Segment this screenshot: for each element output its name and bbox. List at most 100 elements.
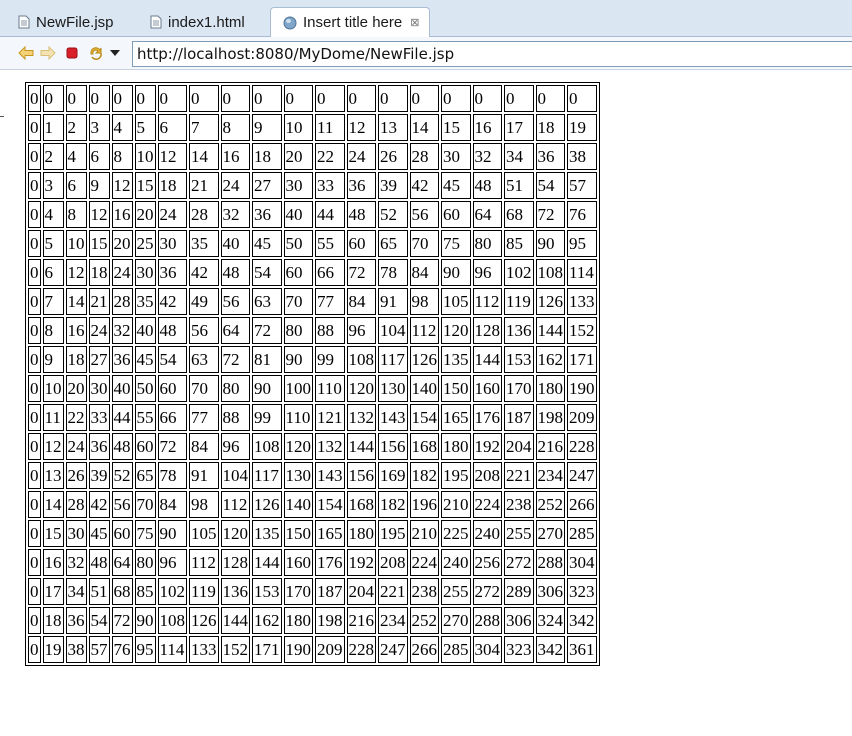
table-cell: 4 bbox=[111, 114, 133, 141]
table-cell: 35 bbox=[189, 230, 219, 257]
table-cell: 7 bbox=[42, 288, 64, 315]
table-cell: 3 bbox=[42, 172, 64, 199]
table-cell: 70 bbox=[134, 491, 156, 518]
table-cell: 44 bbox=[111, 404, 133, 431]
multiplication-table: 0 0 0 0 0 0 0 0 0 0 0 0 0 0 0 0 0 0 0 0 0 1 2 3 4 5 6 7 8 9 10 11 12 13 14… bbox=[25, 82, 600, 666]
table-cell: 266 bbox=[567, 491, 597, 518]
refresh-icon[interactable] bbox=[88, 45, 104, 61]
table-cell: 6 bbox=[157, 114, 187, 141]
table-cell: 2 bbox=[42, 143, 64, 170]
chevron-down-icon[interactable] bbox=[109, 45, 121, 61]
table-cell: 195 bbox=[378, 520, 408, 547]
table-cell: 54 bbox=[157, 346, 187, 373]
forward-arrow-icon[interactable] bbox=[40, 45, 56, 61]
table-cell: 76 bbox=[567, 201, 597, 228]
table-cell: 28 bbox=[189, 201, 219, 228]
table-cell: 85 bbox=[134, 578, 156, 605]
table-cell: 0 bbox=[189, 85, 219, 112]
table-cell: 0 bbox=[42, 85, 64, 112]
table-cell: 135 bbox=[441, 346, 471, 373]
table-cell: 28 bbox=[65, 491, 87, 518]
page-content: 0 0 0 0 0 0 0 0 0 0 0 0 0 0 0 0 0 0 0 0 0 1 2 3 4 5 6 7 8 9 10 11 12 13 14… bbox=[25, 82, 600, 666]
table-cell: 38 bbox=[65, 636, 87, 663]
table-cell: 0 bbox=[378, 85, 408, 112]
table-cell: 21 bbox=[88, 288, 110, 315]
table-cell: 56 bbox=[111, 491, 133, 518]
back-arrow-icon[interactable] bbox=[18, 45, 34, 61]
close-icon[interactable]: ⊠ bbox=[410, 16, 419, 29]
table-cell: 64 bbox=[111, 549, 133, 576]
table-cell: 240 bbox=[441, 549, 471, 576]
table-cell: 38 bbox=[567, 143, 597, 170]
table-cell: 20 bbox=[134, 201, 156, 228]
table-cell: 119 bbox=[189, 578, 219, 605]
table-cell: 16 bbox=[220, 143, 250, 170]
table-cell: 42 bbox=[409, 172, 439, 199]
table-cell: 160 bbox=[283, 549, 313, 576]
table-cell: 168 bbox=[409, 433, 439, 460]
table-cell: 10 bbox=[283, 114, 313, 141]
stop-icon[interactable] bbox=[64, 45, 80, 61]
url-input[interactable] bbox=[132, 41, 852, 67]
table-row: 00000000000000000000 bbox=[28, 85, 597, 112]
table-cell: 26 bbox=[378, 143, 408, 170]
table-cell: 60 bbox=[111, 520, 133, 547]
table-cell: 104 bbox=[378, 317, 408, 344]
table-cell: 224 bbox=[409, 549, 439, 576]
table-cell: 76 bbox=[111, 636, 133, 663]
table-cell: 255 bbox=[441, 578, 471, 605]
tab-newfile-jsp[interactable]: NewFile.jsp bbox=[0, 8, 124, 36]
table-cell: 18 bbox=[88, 259, 110, 286]
table-cell: 0 bbox=[28, 259, 41, 286]
table-cell: 75 bbox=[134, 520, 156, 547]
table-cell: 22 bbox=[315, 143, 345, 170]
table-cell: 96 bbox=[472, 259, 502, 286]
table-cell: 156 bbox=[378, 433, 408, 460]
table-cell: 12 bbox=[88, 201, 110, 228]
file-icon bbox=[150, 15, 162, 29]
table-cell: 11 bbox=[42, 404, 64, 431]
table-cell: 8 bbox=[65, 201, 87, 228]
table-cell: 120 bbox=[346, 375, 376, 402]
table-row: 0 3 6 9 12 15 18 21 24 27 30 33 36 39 42 45 48 51 54 57 bbox=[28, 172, 597, 199]
table-cell: 42 bbox=[189, 259, 219, 286]
table-cell: 102 bbox=[157, 578, 187, 605]
table-cell: 0 bbox=[283, 85, 313, 112]
table-cell: 135 bbox=[252, 520, 282, 547]
table-cell: 132 bbox=[346, 404, 376, 431]
table-cell: 24 bbox=[157, 201, 187, 228]
table-cell: 40 bbox=[220, 230, 250, 257]
table-cell: 33 bbox=[88, 404, 110, 431]
table-cell: 0 bbox=[28, 114, 41, 141]
table-cell: 128 bbox=[220, 549, 250, 576]
table-cell: 126 bbox=[535, 288, 565, 315]
table-cell: 80 bbox=[472, 230, 502, 257]
table-cell: 16 bbox=[65, 317, 87, 344]
table-cell: 0 bbox=[28, 346, 41, 373]
table-cell: 60 bbox=[346, 230, 376, 257]
table-cell: 48 bbox=[472, 172, 502, 199]
table-cell: 90 bbox=[157, 520, 187, 547]
table-cell: 88 bbox=[315, 317, 345, 344]
table-cell: 8 bbox=[111, 143, 133, 170]
table-cell: 14 bbox=[189, 143, 219, 170]
table-row: 0 1 2 3 4 5 6 7 8 9 10 11 12 13 14 15 16 17 18 19 bbox=[28, 114, 597, 141]
table-cell: 143 bbox=[378, 404, 408, 431]
table-cell: 143 bbox=[315, 462, 345, 489]
table-cell: 5 bbox=[42, 230, 64, 257]
tab-insert-title-here[interactable]: Insert title here ⊠ bbox=[270, 7, 431, 37]
table-cell: 45 bbox=[88, 520, 110, 547]
table-cell: 70 bbox=[283, 288, 313, 315]
table-cell: 44 bbox=[315, 201, 345, 228]
tab-index1-html[interactable]: index1.html bbox=[132, 8, 255, 36]
table-cell: 19 bbox=[567, 114, 597, 141]
table-cell: 17 bbox=[42, 578, 64, 605]
table-cell: 0 bbox=[409, 85, 439, 112]
table-cell: 80 bbox=[220, 375, 250, 402]
table-cell: 17 bbox=[504, 114, 534, 141]
table-cell: 28 bbox=[111, 288, 133, 315]
table-cell: 0 bbox=[504, 85, 534, 112]
table-cell: 187 bbox=[504, 404, 534, 431]
table-cell: 272 bbox=[472, 578, 502, 605]
table-cell: 63 bbox=[252, 288, 282, 315]
